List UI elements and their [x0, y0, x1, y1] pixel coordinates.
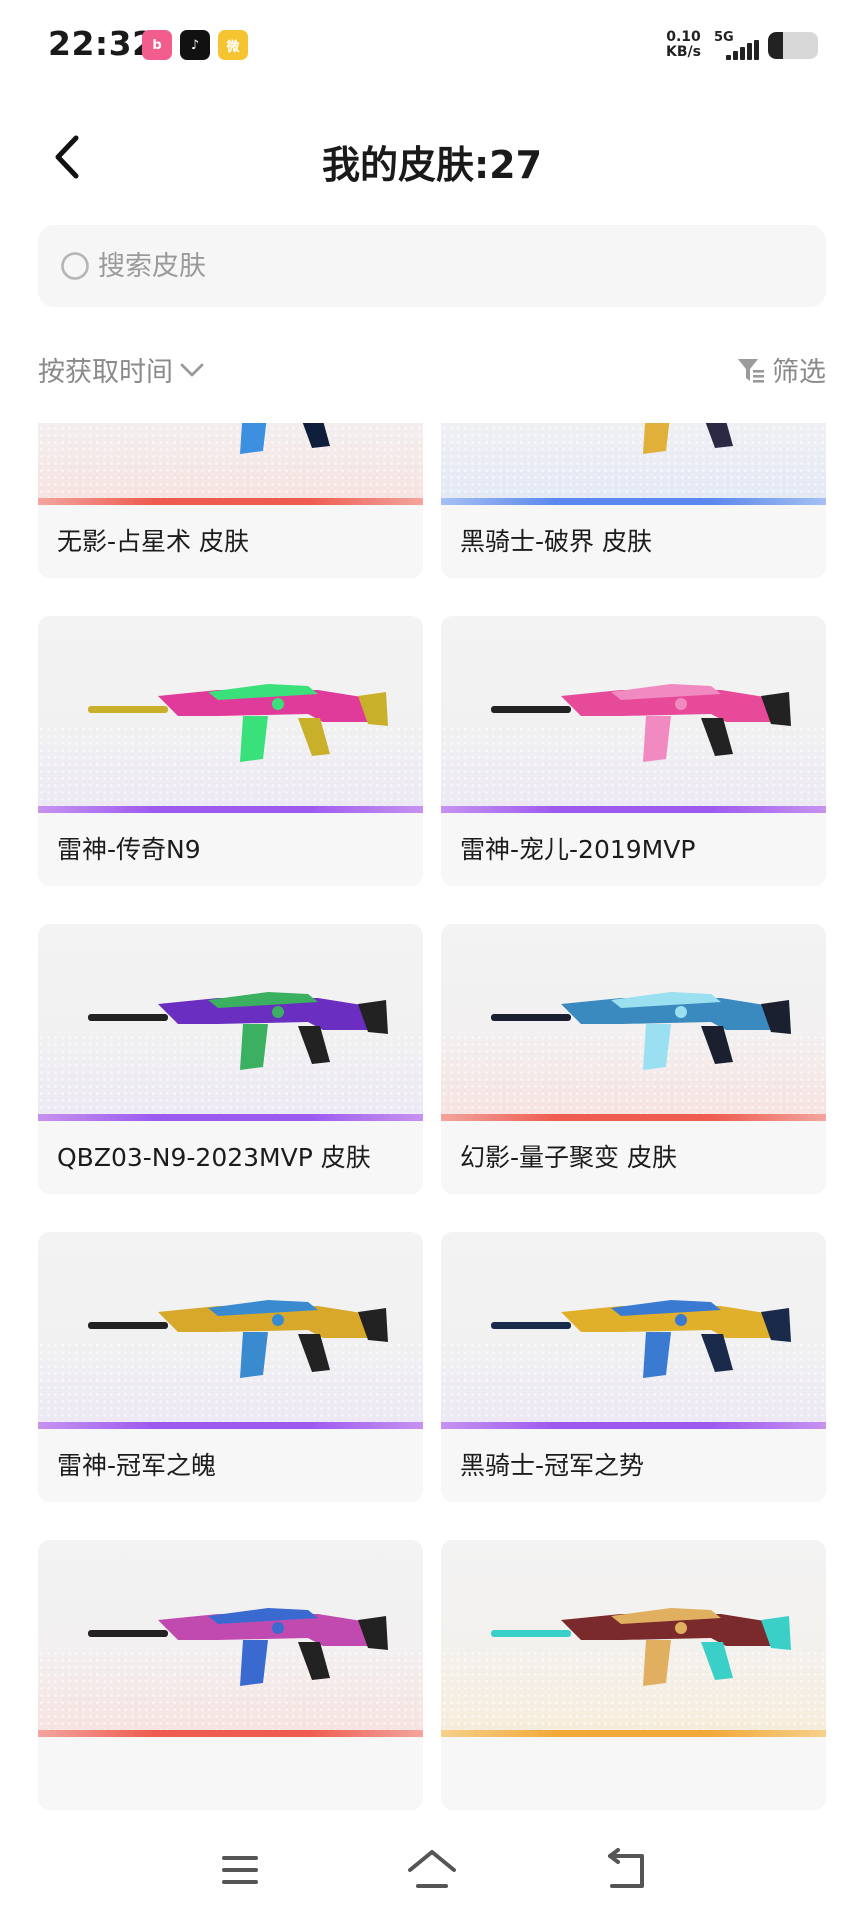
network-speed: 0.10 KB/s — [666, 30, 701, 60]
filter-icon — [738, 358, 764, 383]
rarity-bar — [38, 806, 423, 813]
sort-dropdown[interactable]: 按获取时间 — [38, 350, 205, 389]
skin-card[interactable]: 无影-占星术 皮肤 — [38, 423, 423, 578]
skin-image — [38, 924, 423, 1120]
skin-card[interactable]: 黑骑士-冠军之势 — [441, 1232, 826, 1502]
home-button[interactable] — [402, 1842, 462, 1898]
filter-label: 筛选 — [772, 357, 826, 388]
status-bar: 22:32 b ♪ 微 0.10 KB/s 5G — [0, 0, 864, 92]
back-icon — [608, 1848, 644, 1888]
bilibili-icon: b — [142, 30, 172, 60]
rarity-bar — [441, 806, 826, 813]
skin-list[interactable]: 无影-占星术 皮肤 黑骑士-破界 皮肤 雷神-传奇N9 雷神-宠儿-2019MV… — [0, 423, 864, 1820]
gun-image — [491, 684, 791, 762]
rarity-bar — [441, 498, 826, 505]
skin-grid: 无影-占星术 皮肤 黑骑士-破界 皮肤 雷神-传奇N9 雷神-宠儿-2019MV… — [38, 423, 826, 1810]
back-nav-button[interactable] — [596, 1842, 656, 1898]
skin-name: 雷神-冠军之魄 — [57, 1451, 217, 1480]
skin-card[interactable]: 雷神-冠军之魄 — [38, 1232, 423, 1502]
battery-level — [768, 32, 783, 59]
signal-icon — [726, 40, 760, 60]
skin-card[interactable]: 雷神-传奇N9 — [38, 616, 423, 886]
skin-name: 黑骑士-破界 皮肤 — [460, 527, 652, 556]
sort-label: 按获取时间 — [38, 357, 173, 388]
skin-card[interactable]: 雷神-宠儿-2019MVP — [441, 616, 826, 886]
skin-card[interactable]: 黑骑士-破界 皮肤 — [441, 423, 826, 578]
gun-image — [643, 423, 733, 454]
search-icon — [61, 252, 89, 280]
skin-image — [38, 1232, 423, 1428]
tiktok-icon: ♪ — [180, 30, 210, 60]
skin-card[interactable] — [38, 1540, 423, 1810]
network-speed-value: 0.10 — [666, 29, 701, 45]
skin-card[interactable] — [441, 1540, 826, 1810]
menu-icon — [222, 1856, 258, 1884]
rarity-bar — [441, 1114, 826, 1121]
battery-icon — [768, 32, 818, 59]
skin-image — [441, 924, 826, 1120]
system-nav-bar — [0, 1820, 864, 1920]
skin-image — [38, 423, 423, 504]
chevron-down-icon — [180, 363, 204, 376]
gun-image — [88, 684, 388, 762]
rarity-bar — [38, 1114, 423, 1121]
skin-card[interactable]: 幻影-量子聚变 皮肤 — [441, 924, 826, 1194]
gun-image — [491, 992, 791, 1070]
skin-image — [441, 616, 826, 812]
status-time: 22:32 — [48, 24, 156, 63]
skin-image — [441, 423, 826, 504]
skin-image — [441, 1232, 826, 1428]
menu-button[interactable] — [210, 1842, 270, 1898]
skin-name: QBZ03-N9-2023MVP 皮肤 — [57, 1143, 371, 1172]
search-box[interactable] — [38, 225, 826, 307]
filter-button[interactable]: 筛选 — [736, 350, 826, 389]
home-icon — [408, 1850, 456, 1888]
gun-image — [88, 1608, 388, 1686]
gun-image — [88, 992, 388, 1070]
skin-name: 幻影-量子聚变 皮肤 — [460, 1143, 677, 1172]
gun-image — [491, 1300, 791, 1378]
skin-name: 无影-占星术 皮肤 — [57, 527, 249, 556]
rarity-bar — [441, 1422, 826, 1429]
gun-image — [88, 1300, 388, 1378]
search-input[interactable] — [98, 225, 798, 307]
skin-card[interactable]: QBZ03-N9-2023MVP 皮肤 — [38, 924, 423, 1194]
page-title: 我的皮肤:27 — [321, 143, 543, 187]
skin-name: 雷神-传奇N9 — [57, 835, 201, 864]
gun-image — [240, 423, 330, 454]
skin-image — [38, 1540, 423, 1736]
rarity-bar — [38, 1730, 423, 1737]
skin-image — [38, 616, 423, 812]
skin-image — [441, 1540, 826, 1736]
skin-name: 黑骑士-冠军之势 — [460, 1451, 645, 1480]
gun-image — [491, 1608, 791, 1686]
weibo-icon: 微 — [218, 30, 248, 60]
skin-name: 雷神-宠儿-2019MVP — [460, 835, 696, 864]
network-speed-unit: KB/s — [666, 44, 701, 60]
rarity-bar — [441, 1730, 826, 1737]
rarity-bar — [38, 498, 423, 505]
rarity-bar — [38, 1422, 423, 1429]
